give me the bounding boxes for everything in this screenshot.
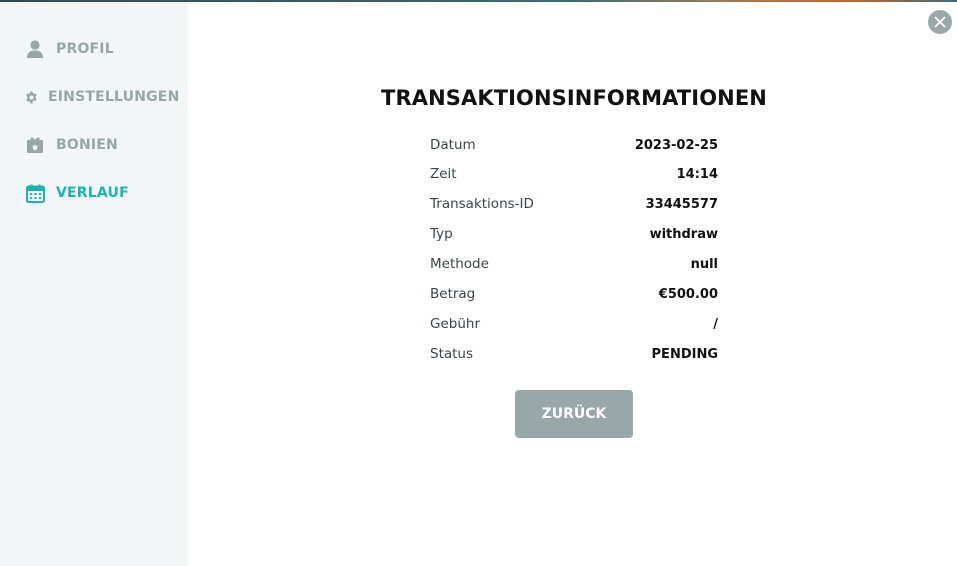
info-value: / — [713, 316, 718, 332]
info-key: Gebühr — [430, 316, 480, 332]
user-icon — [24, 38, 46, 60]
close-button[interactable] — [928, 10, 952, 34]
close-icon — [934, 16, 946, 28]
sidebar-item-label: VERLAUF — [56, 185, 129, 201]
sidebar-item-label: BONIEN — [56, 137, 118, 153]
info-key: Zeit — [430, 166, 457, 182]
info-row-zeit: Zeit 14:14 — [430, 164, 718, 184]
info-value: 2023-02-25 — [634, 137, 718, 153]
info-key: Datum — [430, 137, 476, 153]
back-button[interactable]: ZURÜCK — [515, 390, 633, 438]
calendar-icon — [24, 182, 46, 204]
info-key: Betrag — [430, 286, 476, 302]
modal-title: TRANSAKTIONSINFORMATIONEN — [381, 86, 767, 110]
sidebar-item-profil[interactable]: PROFIL — [24, 37, 114, 61]
info-key: Status — [430, 346, 474, 362]
info-row-datum: Datum 2023-02-25 — [430, 135, 718, 155]
info-row-methode: Methode null — [430, 254, 718, 274]
info-value: 33445577 — [645, 196, 718, 212]
info-key: Methode — [430, 256, 489, 272]
info-row-transaktions-id: Transaktions-ID 33445577 — [430, 194, 718, 214]
status-value: PENDING — [651, 346, 718, 362]
sidebar-item-bonien[interactable]: BONIEN — [24, 133, 118, 157]
info-row-typ: Typ withdraw — [430, 224, 718, 244]
info-value: null — [690, 256, 718, 272]
gift-icon — [24, 134, 46, 156]
info-key: Typ — [430, 226, 453, 242]
sidebar-item-label: PROFIL — [56, 41, 114, 57]
info-key: Transaktions-ID — [430, 196, 534, 212]
info-value: 14:14 — [676, 166, 718, 182]
info-value: withdraw — [649, 226, 718, 242]
info-value: €500.00 — [658, 286, 718, 302]
info-row-betrag: Betrag €500.00 — [430, 284, 718, 304]
sidebar-item-verlauf[interactable]: VERLAUF — [24, 181, 129, 205]
info-row-status: Status PENDING — [430, 344, 718, 364]
info-row-gebuehr: Gebühr / — [430, 314, 718, 334]
